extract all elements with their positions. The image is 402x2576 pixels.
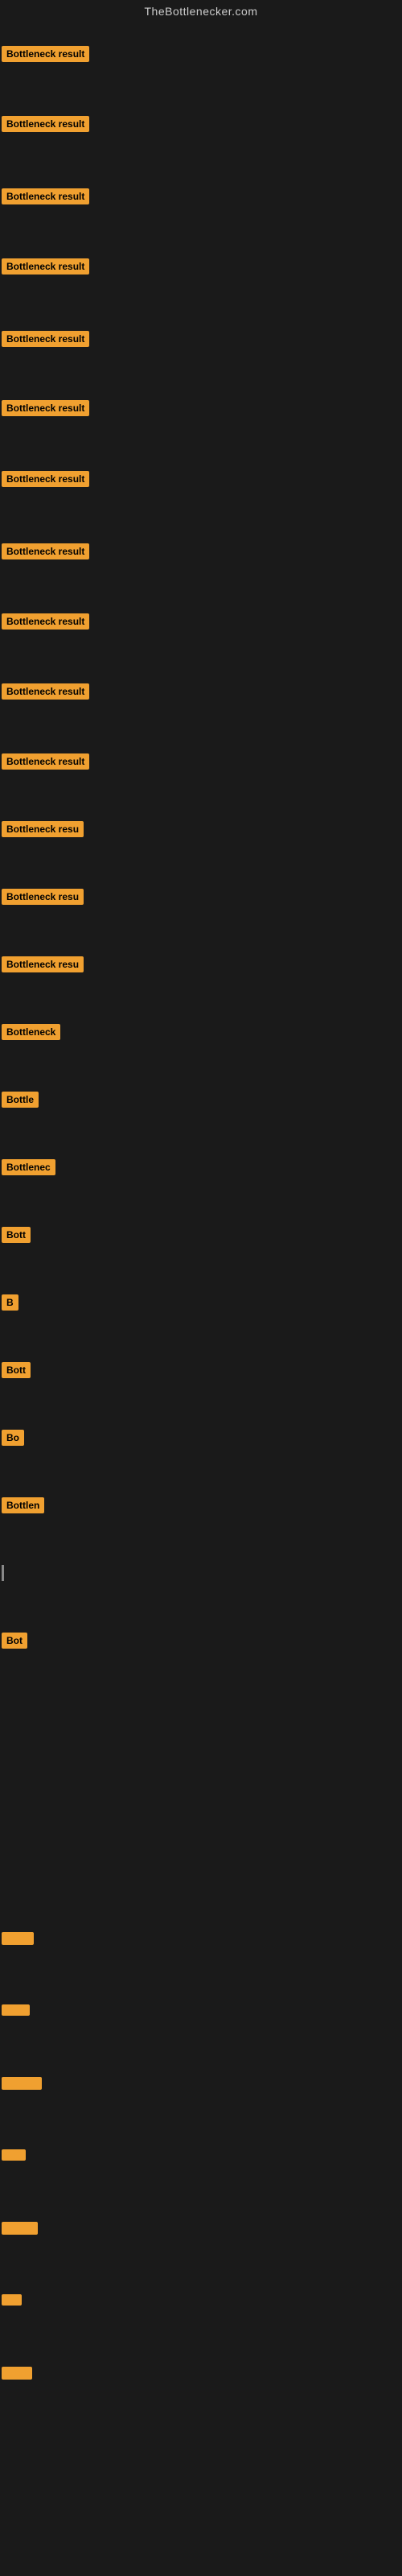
result-row: Bottleneck result [2,613,89,634]
bottleneck-badge: Bottlen [2,1497,44,1513]
bottleneck-badge: B [2,1294,18,1311]
result-row: Bottleneck result [2,188,89,208]
bottleneck-badge: Bottleneck result [2,471,89,487]
bottom-badge-5 [2,2294,22,2306]
result-row: Bottleneck resu [2,889,84,909]
result-row: Bottlenec [2,1159,55,1179]
result-row: B [2,1294,18,1315]
bottom-dark-area [0,1731,402,2576]
result-row: Bott [2,1227,31,1247]
bottleneck-badge: Bottleneck resu [2,956,84,972]
result-row: Bo [2,1430,24,1450]
bottleneck-badge: Bottleneck result [2,258,89,275]
indicator-line [2,1565,4,1581]
bottleneck-badge: Bottleneck result [2,116,89,132]
bottleneck-badge: Bottleneck result [2,188,89,204]
bottleneck-badge: Bottlenec [2,1159,55,1175]
result-row: Bottleneck result [2,683,89,704]
results-container: Bottleneck result Bottleneck result Bottle… [0,0,402,2576]
bottleneck-badge: Bottle [2,1092,39,1108]
bottleneck-badge: Bottleneck result [2,613,89,630]
bottom-badge-4 [2,2222,38,2235]
bottom-badge-2 [2,2077,42,2090]
result-row: Bottle [2,1092,39,1112]
result-row: Bottleneck result [2,331,89,351]
bottleneck-badge: Bottleneck result [2,400,89,416]
result-row: Bottleneck result [2,400,89,420]
bottleneck-badge: Bottleneck result [2,683,89,700]
bottom-badge-6 [2,2367,32,2380]
bottleneck-badge: Bottleneck [2,1024,60,1040]
bottom-badge-0 [2,1932,34,1945]
bottleneck-badge: Bottleneck result [2,46,89,62]
result-row: Bottleneck result [2,543,89,564]
result-row: Bottleneck result [2,258,89,279]
bottleneck-badge: Bott [2,1227,31,1243]
bottleneck-badge: Bottleneck result [2,543,89,559]
result-row: Bottleneck result [2,116,89,136]
bottleneck-badge: Bottleneck result [2,753,89,770]
result-row: Bot [2,1633,27,1653]
bottleneck-badge: Bottleneck resu [2,889,84,905]
bottleneck-badge: Bottleneck result [2,331,89,347]
bottleneck-badge: Bottleneck resu [2,821,84,837]
result-row: Bottlen [2,1497,44,1517]
bottom-badge-1 [2,2004,30,2016]
result-row: Bottleneck resu [2,956,84,976]
result-row: Bottleneck result [2,753,89,774]
bottleneck-badge: Bott [2,1362,31,1378]
result-row: Bottleneck result [2,46,89,66]
result-row: Bottleneck result [2,471,89,491]
result-row: Bottleneck resu [2,821,84,841]
result-row: Bottleneck [2,1024,60,1044]
bottleneck-badge: Bot [2,1633,27,1649]
result-row: Bott [2,1362,31,1382]
bottleneck-badge: Bo [2,1430,24,1446]
bottom-badge-3 [2,2149,26,2161]
